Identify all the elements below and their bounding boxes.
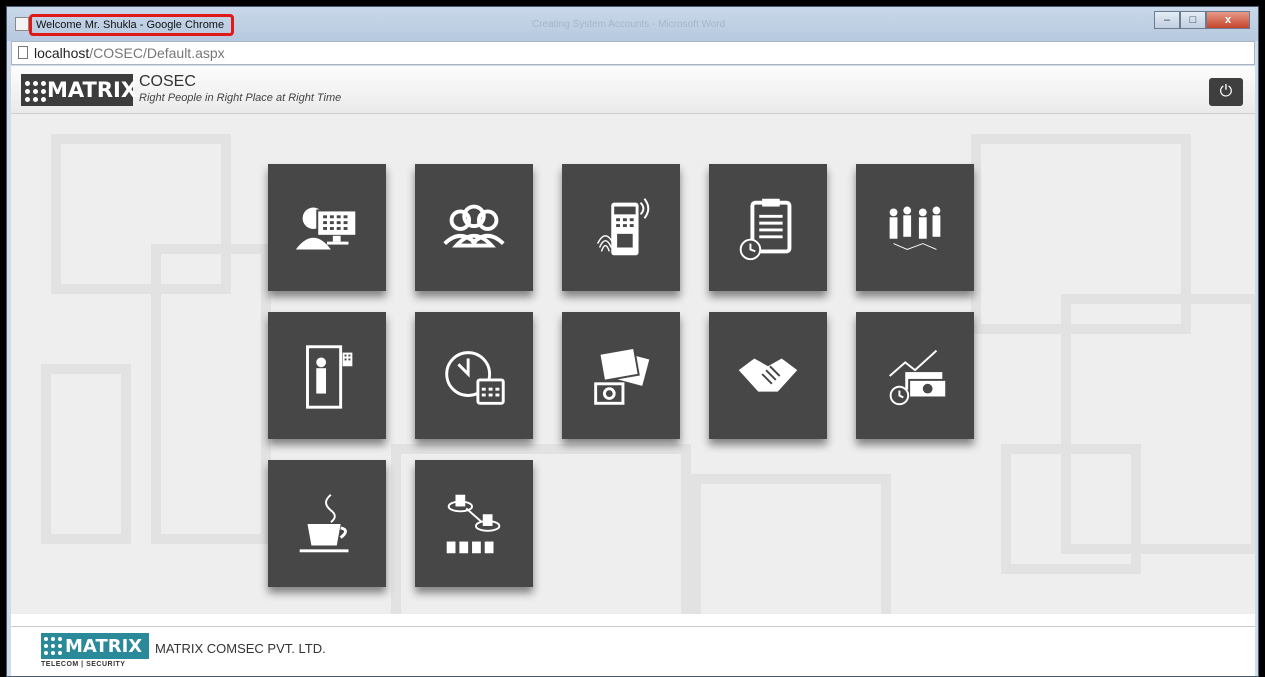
address-bar[interactable]: localhost/COSEC/Default.aspx xyxy=(11,41,1255,65)
logo-dots-icon xyxy=(21,74,47,106)
door-access-icon xyxy=(306,344,353,409)
coffee-cup-icon xyxy=(299,493,349,552)
app-tagline: Right People in Right Place at Right Tim… xyxy=(139,92,342,104)
clock-calendar-icon xyxy=(445,350,505,405)
module-tile-organization[interactable] xyxy=(856,164,974,291)
maximize-button[interactable]: □ xyxy=(1180,11,1206,29)
module-tile-hierarchy[interactable] xyxy=(415,460,533,587)
power-icon: ⏻ xyxy=(1219,83,1233,100)
handshake-icon xyxy=(738,357,798,392)
bg-decor xyxy=(1001,444,1141,574)
matrix-logo: MATRIX xyxy=(21,74,137,106)
power-button[interactable]: ⏻ xyxy=(1209,78,1243,106)
module-tile-scheduling[interactable] xyxy=(415,312,533,439)
module-tile-payroll[interactable] xyxy=(856,312,974,439)
browser-window: Welcome Mr. Shukla - Google Chrome Creat… xyxy=(6,6,1259,677)
module-tile-employees[interactable] xyxy=(268,164,386,291)
close-button[interactable]: x xyxy=(1206,11,1250,29)
page-icon xyxy=(18,46,28,59)
module-area xyxy=(11,114,1255,614)
footer-logo-dots-icon xyxy=(41,634,65,658)
module-tile-canteen[interactable] xyxy=(268,460,386,587)
module-tile-attendance[interactable] xyxy=(709,164,827,291)
users-group-icon xyxy=(443,204,505,247)
url-path: /COSEC/Default.aspx xyxy=(89,45,225,61)
operator-monitor-icon xyxy=(295,207,358,249)
module-tile-access-control[interactable] xyxy=(268,312,386,439)
app-name: COSEC xyxy=(139,73,196,90)
module-tile-devices[interactable] xyxy=(562,164,680,291)
title-bar: Welcome Mr. Shukla - Google Chrome Creat… xyxy=(7,7,1258,41)
app-header: MATRIX COSEC Right People in Right Place… xyxy=(11,66,1255,114)
bg-decor xyxy=(691,474,891,614)
url-host: localhost xyxy=(34,45,90,61)
footer-logo-subtext: TELECOM | SECURITY xyxy=(41,661,126,668)
web-page: MATRIX COSEC Right People in Right Place… xyxy=(11,66,1255,676)
minimize-button[interactable]: – xyxy=(1154,11,1180,29)
bg-decor xyxy=(41,364,131,544)
photo-camera-icon xyxy=(594,346,650,405)
module-tile-photos[interactable] xyxy=(562,312,680,439)
window-title: Welcome Mr. Shukla - Google Chrome xyxy=(29,14,234,36)
clipboard-clock-icon xyxy=(739,198,792,260)
module-tile-users[interactable] xyxy=(415,164,533,291)
background-window-title: Creating System Accounts - Microsoft Wor… xyxy=(532,19,726,30)
hierarchy-icon xyxy=(446,494,501,553)
biometric-device-icon xyxy=(596,197,650,255)
document-icon xyxy=(15,17,29,31)
logo-text: MATRIX xyxy=(47,78,138,102)
people-network-icon xyxy=(889,206,941,250)
footer-logo: MATRIX xyxy=(41,633,149,659)
payroll-money-icon xyxy=(889,349,948,405)
app-footer: MATRIX TELECOM | SECURITY MATRIX COMSEC … xyxy=(11,626,1255,676)
company-name: MATRIX COMSEC PVT. LTD. xyxy=(155,641,326,656)
url-text[interactable]: localhost/COSEC/Default.aspx xyxy=(34,45,225,61)
bg-decor xyxy=(151,244,271,544)
footer-logo-text: MATRIX xyxy=(65,635,143,657)
module-tile-visitors[interactable] xyxy=(709,312,827,439)
